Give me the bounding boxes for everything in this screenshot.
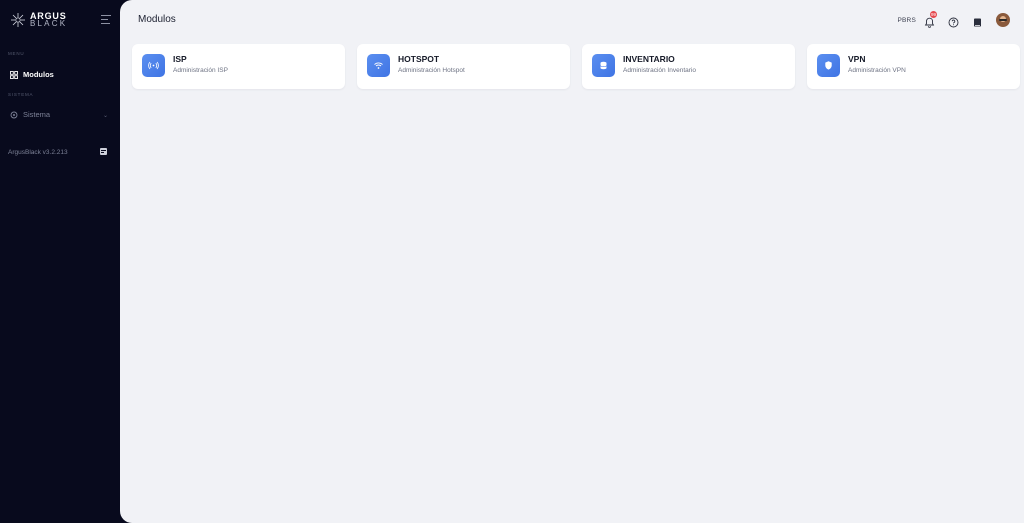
page-title: Modulos: [138, 14, 176, 25]
section-label-menu: MENU: [8, 51, 25, 56]
module-card-hotspot[interactable]: HOTSPOT Administración Hotspot: [357, 44, 570, 89]
shield-icon: [817, 54, 840, 77]
gear-icon: [10, 111, 18, 118]
help-icon[interactable]: [948, 15, 959, 27]
menu-toggle-icon[interactable]: [101, 15, 111, 24]
grid-icon: [10, 70, 18, 79]
module-title: HOTSPOT: [398, 54, 440, 64]
sidebar-item-label: Modulos: [23, 70, 54, 79]
module-card-isp[interactable]: ISP Administración ISP: [132, 44, 345, 89]
logo-line2: BLACK: [30, 19, 68, 28]
sidebar-item-sistema[interactable]: Sistema: [10, 110, 50, 119]
database-icon: [592, 54, 615, 77]
module-card-vpn[interactable]: VPN Administración VPN: [807, 44, 1020, 89]
sidebar: ARGUS BLACK MENU Modulos SISTEMA Sistema…: [0, 0, 120, 523]
logo-text: ARGUS BLACK: [30, 12, 68, 28]
sidebar-item-modulos[interactable]: Modulos: [10, 70, 54, 79]
avatar[interactable]: [996, 13, 1010, 27]
chevron-down-icon[interactable]: ⌄: [103, 112, 108, 119]
topbar: PBRS 99: [897, 10, 1010, 28]
module-subtitle: Administración ISP: [173, 67, 228, 74]
antenna-icon: [142, 54, 165, 77]
module-subtitle: Administración Inventario: [623, 67, 696, 74]
version-label: ArgusBlack v3.2.213: [8, 149, 68, 156]
bell-icon[interactable]: 99: [924, 10, 938, 28]
logo[interactable]: ARGUS BLACK: [10, 12, 67, 28]
main-content: Modulos PBRS 99 ISP Administración ISP H…: [120, 0, 1024, 523]
module-card-inventario[interactable]: INVENTARIO Administración Inventario: [582, 44, 795, 89]
org-label[interactable]: PBRS: [897, 17, 916, 24]
section-label-sistema: SISTEMA: [8, 92, 34, 97]
argus-logo-icon: [11, 13, 25, 27]
module-title: ISP: [173, 54, 187, 64]
module-title: INVENTARIO: [623, 54, 675, 64]
wifi-icon: [367, 54, 390, 77]
notification-badge: 99: [930, 10, 938, 18]
module-subtitle: Administración VPN: [848, 67, 906, 74]
book-icon[interactable]: [972, 15, 983, 26]
sidebar-item-label: Sistema: [23, 110, 51, 119]
module-subtitle: Administración Hotspot: [398, 67, 465, 74]
module-cards: ISP Administración ISP HOTSPOT Administr…: [132, 44, 1020, 89]
module-title: VPN: [848, 54, 866, 64]
changelog-icon[interactable]: [100, 148, 107, 155]
